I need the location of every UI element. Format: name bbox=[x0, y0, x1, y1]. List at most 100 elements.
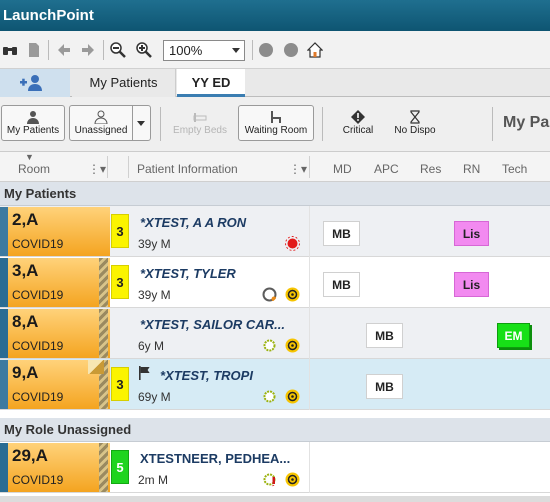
group-header-my-patients[interactable]: My Patients bbox=[0, 182, 550, 206]
room-cell[interactable]: 2,A COVID19 bbox=[0, 207, 110, 256]
column-apc[interactable]: APC bbox=[374, 162, 399, 176]
table-row[interactable]: 9,A COVID19 3 *XTEST, TROPI 69y M MB bbox=[0, 359, 550, 410]
patient-name[interactable]: XTESTNEER, PEDHEA... bbox=[140, 451, 290, 466]
patient-age-sex: 39y M bbox=[138, 288, 171, 302]
column-md[interactable]: MD bbox=[333, 162, 352, 176]
warning-icon bbox=[351, 110, 365, 124]
patient-age-sex: 6y M bbox=[138, 339, 165, 353]
add-patient-tab[interactable] bbox=[0, 69, 70, 97]
apc-assignment[interactable]: MB bbox=[366, 374, 403, 399]
patient-name[interactable]: *XTEST, TYLER bbox=[140, 266, 236, 281]
row-divider bbox=[309, 257, 310, 308]
acuity-badge: 5 bbox=[111, 450, 129, 484]
critical-filter-button[interactable]: Critical bbox=[330, 105, 386, 141]
chevron-down-icon bbox=[137, 121, 145, 126]
row-divider bbox=[309, 359, 310, 410]
no-dispo-filter-button[interactable]: No Dispo bbox=[388, 105, 442, 141]
room-diagnosis: COVID19 bbox=[12, 473, 64, 487]
user-icon bbox=[27, 111, 39, 124]
biohazard-icon bbox=[285, 389, 300, 404]
patient-age-sex: 39y M bbox=[138, 237, 171, 251]
room-cell[interactable]: 9,A COVID19 bbox=[0, 360, 110, 409]
patient-name[interactable]: *XTEST, TROPI bbox=[160, 368, 253, 383]
table-row[interactable]: 2,A COVID19 3 *XTEST, A A RON 39y M MB L… bbox=[0, 206, 550, 257]
toolbar: 100% bbox=[0, 31, 550, 69]
isolation-stripe bbox=[99, 309, 108, 358]
circle-icon[interactable] bbox=[283, 42, 299, 58]
filter-bar: My Patients Unassigned Empty Beds Waitin… bbox=[0, 97, 550, 152]
add-user-icon bbox=[20, 75, 42, 91]
row-divider bbox=[309, 442, 310, 493]
apc-assignment[interactable]: MB bbox=[366, 323, 403, 348]
column-patient-info[interactable]: Patient Information bbox=[137, 162, 238, 176]
room-number: 9,A bbox=[12, 363, 39, 382]
pending-order-icon bbox=[262, 287, 277, 302]
room-cell[interactable]: 8,A COVID19 bbox=[0, 309, 110, 358]
sort-down-icon[interactable]: ▼ bbox=[25, 152, 34, 162]
tab-yy-ed[interactable]: YY ED bbox=[177, 69, 245, 97]
toolbar-divider bbox=[252, 40, 253, 60]
page-icon[interactable] bbox=[26, 42, 42, 58]
my-patients-filter-button[interactable]: My Patients bbox=[1, 105, 65, 141]
home-icon[interactable] bbox=[307, 42, 323, 58]
chair-icon bbox=[271, 111, 281, 123]
sun-icon bbox=[263, 390, 276, 403]
empty-beds-filter-button[interactable]: Empty Beds bbox=[168, 105, 232, 141]
my-patients-filter-label: My Patients bbox=[6, 125, 60, 136]
horizontal-scrollbar[interactable] bbox=[0, 496, 550, 502]
patient-age-sex: 2m M bbox=[138, 473, 168, 487]
isolation-stripe bbox=[99, 443, 108, 492]
table-row[interactable]: 29,A COVID19 5 XTESTNEER, PEDHEA... 2m M bbox=[0, 442, 550, 493]
filter-divider bbox=[322, 107, 323, 141]
tech-assignment[interactable]: EM bbox=[497, 323, 530, 348]
column-room[interactable]: Room bbox=[18, 162, 50, 176]
circle-icon[interactable] bbox=[258, 42, 274, 58]
rn-assignment[interactable]: Lis bbox=[454, 272, 489, 297]
forward-icon[interactable] bbox=[80, 42, 96, 58]
column-divider bbox=[128, 156, 129, 178]
room-diagnosis: COVID19 bbox=[12, 339, 64, 353]
column-options-icon[interactable]: ⋮▾ bbox=[289, 162, 307, 176]
tab-my-patients[interactable]: My Patients bbox=[72, 69, 176, 97]
table-row[interactable]: 3,A COVID19 3 *XTEST, TYLER 39y M MB Lis bbox=[0, 257, 550, 308]
unassigned-filter-label: Unassigned bbox=[74, 125, 128, 136]
waiting-room-filter-label: Waiting Room bbox=[244, 125, 308, 136]
acuity-badge: 3 bbox=[111, 367, 129, 401]
binoculars-icon[interactable] bbox=[2, 42, 18, 58]
table-row[interactable]: 8,A COVID19 *XTEST, SAILOR CAR... 6y M M… bbox=[0, 308, 550, 359]
column-res[interactable]: Res bbox=[420, 162, 441, 176]
rn-assignment[interactable]: Lis bbox=[454, 221, 489, 246]
bed-icon bbox=[193, 113, 207, 122]
toolbar-divider bbox=[48, 40, 49, 60]
waiting-room-filter-button[interactable]: Waiting Room bbox=[238, 105, 314, 141]
md-assignment[interactable]: MB bbox=[323, 272, 360, 297]
biohazard-icon bbox=[285, 472, 300, 487]
user-outline-icon bbox=[94, 110, 108, 124]
column-tech[interactable]: Tech bbox=[502, 162, 527, 176]
group-header-unassigned[interactable]: My Role Unassigned bbox=[0, 418, 550, 442]
unassigned-filter-button[interactable]: Unassigned bbox=[69, 105, 151, 141]
patient-name[interactable]: *XTEST, A A RON bbox=[140, 215, 246, 230]
acuity-badge: 3 bbox=[111, 214, 129, 248]
acuity-badge: 3 bbox=[111, 265, 129, 299]
unassigned-dropdown[interactable] bbox=[132, 106, 150, 140]
tab-bar: My Patients YY ED bbox=[0, 69, 550, 97]
zoom-out-icon[interactable] bbox=[110, 42, 126, 58]
biohazard-icon bbox=[285, 287, 300, 302]
note-fold-icon bbox=[88, 360, 104, 374]
md-assignment[interactable]: MB bbox=[323, 221, 360, 246]
back-icon[interactable] bbox=[56, 42, 72, 58]
zoom-in-icon[interactable] bbox=[136, 42, 152, 58]
flag-icon bbox=[139, 366, 150, 380]
zoom-select[interactable]: 100% bbox=[163, 40, 245, 61]
hourglass-icon bbox=[410, 110, 420, 124]
room-cell[interactable]: 29,A COVID19 bbox=[0, 443, 110, 492]
filter-divider bbox=[160, 107, 161, 141]
column-rn[interactable]: RN bbox=[463, 162, 480, 176]
filter-divider bbox=[492, 107, 493, 141]
room-cell[interactable]: 3,A COVID19 bbox=[0, 258, 110, 307]
column-options-icon[interactable]: ⋮▾ bbox=[88, 162, 106, 176]
patient-name[interactable]: *XTEST, SAILOR CAR... bbox=[140, 317, 285, 332]
zoom-value: 100% bbox=[169, 43, 203, 58]
sun-icon bbox=[263, 339, 276, 352]
